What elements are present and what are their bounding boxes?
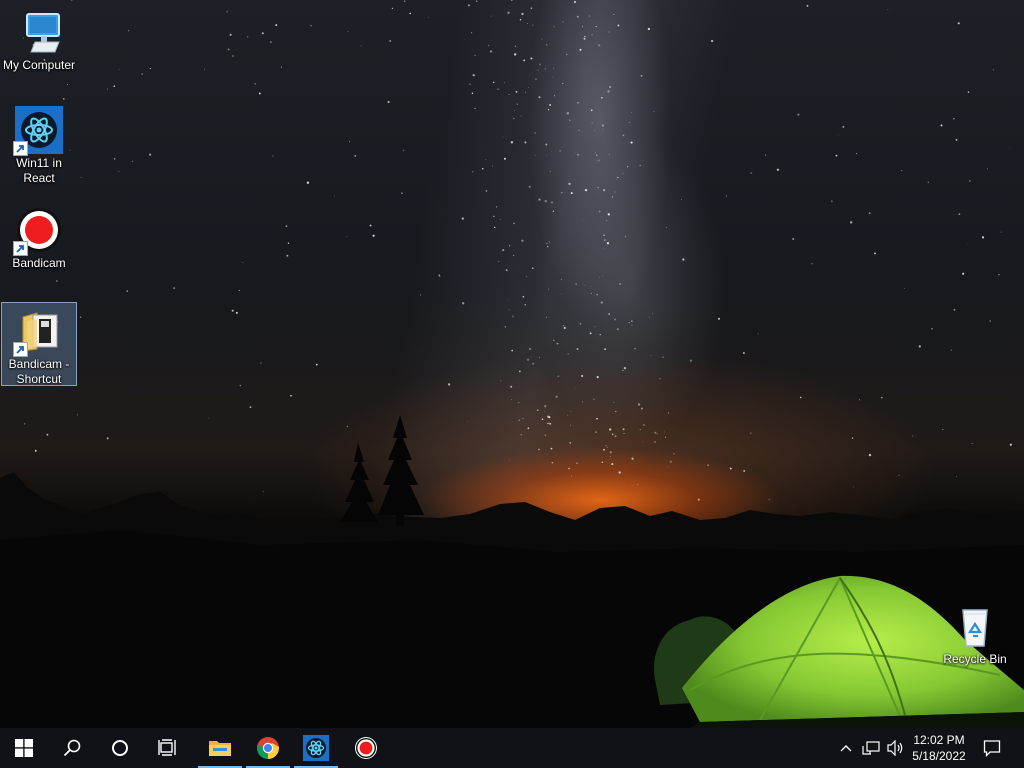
taskbar: 12:02 PM 5/18/2022 (0, 728, 1024, 768)
taskbar-chrome[interactable] (244, 728, 292, 768)
landscape-silhouette (0, 415, 1024, 728)
task-view-icon (158, 739, 176, 756)
clock[interactable]: 12:02 PM 5/18/2022 (904, 732, 974, 764)
cortana-circle-icon (112, 740, 128, 756)
start-button[interactable] (0, 728, 48, 768)
action-center-icon (983, 740, 1001, 757)
taskbar-file-explorer[interactable] (196, 728, 244, 768)
bandicam-icon (13, 206, 63, 256)
network-button[interactable] (860, 728, 882, 768)
volume-button[interactable] (884, 728, 906, 768)
desktop-icon-label: Win11 in React (16, 156, 62, 185)
windows-logo-icon (15, 739, 33, 757)
cortana-button[interactable] (96, 728, 144, 768)
desktop-icon-my-computer[interactable]: My Computer (1, 4, 77, 78)
desktop-icon-recycle-bin[interactable]: Recycle Bin (937, 598, 1013, 672)
clock-time: 12:02 PM (913, 733, 965, 747)
react-icon (13, 106, 63, 156)
clock-date: 5/18/2022 (912, 749, 966, 763)
volume-icon (887, 740, 903, 756)
desktop-wallpaper (0, 0, 1024, 728)
action-center-button[interactable] (978, 728, 1006, 768)
taskbar-win11-react[interactable] (292, 728, 340, 768)
computer-icon (15, 8, 63, 56)
desktop-icon-bandicam-shortcut[interactable]: Bandicam - Shortcut (1, 302, 77, 386)
search-icon (63, 739, 81, 757)
task-view-button[interactable] (144, 728, 192, 768)
shortcut-arrow-icon (13, 342, 28, 357)
shortcut-arrow-icon (13, 241, 28, 256)
show-hidden-icons-button[interactable] (836, 728, 856, 768)
desktop-icon-win11-react[interactable]: Win11 in React (1, 102, 77, 192)
recycle-bin-icon (951, 602, 999, 650)
shortcut-arrow-icon (13, 141, 28, 156)
taskbar-bandicam[interactable] (342, 728, 390, 768)
folder-shortcut-icon (13, 307, 63, 357)
network-icon (862, 741, 880, 755)
react-icon (303, 735, 329, 761)
chrome-icon (257, 737, 280, 759)
search-button[interactable] (48, 728, 96, 768)
desktop-icon-label: Recycle Bin (943, 652, 1007, 666)
folder-icon (209, 741, 231, 756)
chevron-up-icon (840, 745, 852, 752)
desktop-icon-label: My Computer (2, 58, 76, 72)
desktop-icon-label: Bandicam - Shortcut (8, 357, 70, 386)
bandicam-icon (355, 737, 377, 759)
desktop-icon-label: Bandicam (12, 256, 66, 270)
desktop-icon-bandicam[interactable]: Bandicam (1, 202, 77, 276)
